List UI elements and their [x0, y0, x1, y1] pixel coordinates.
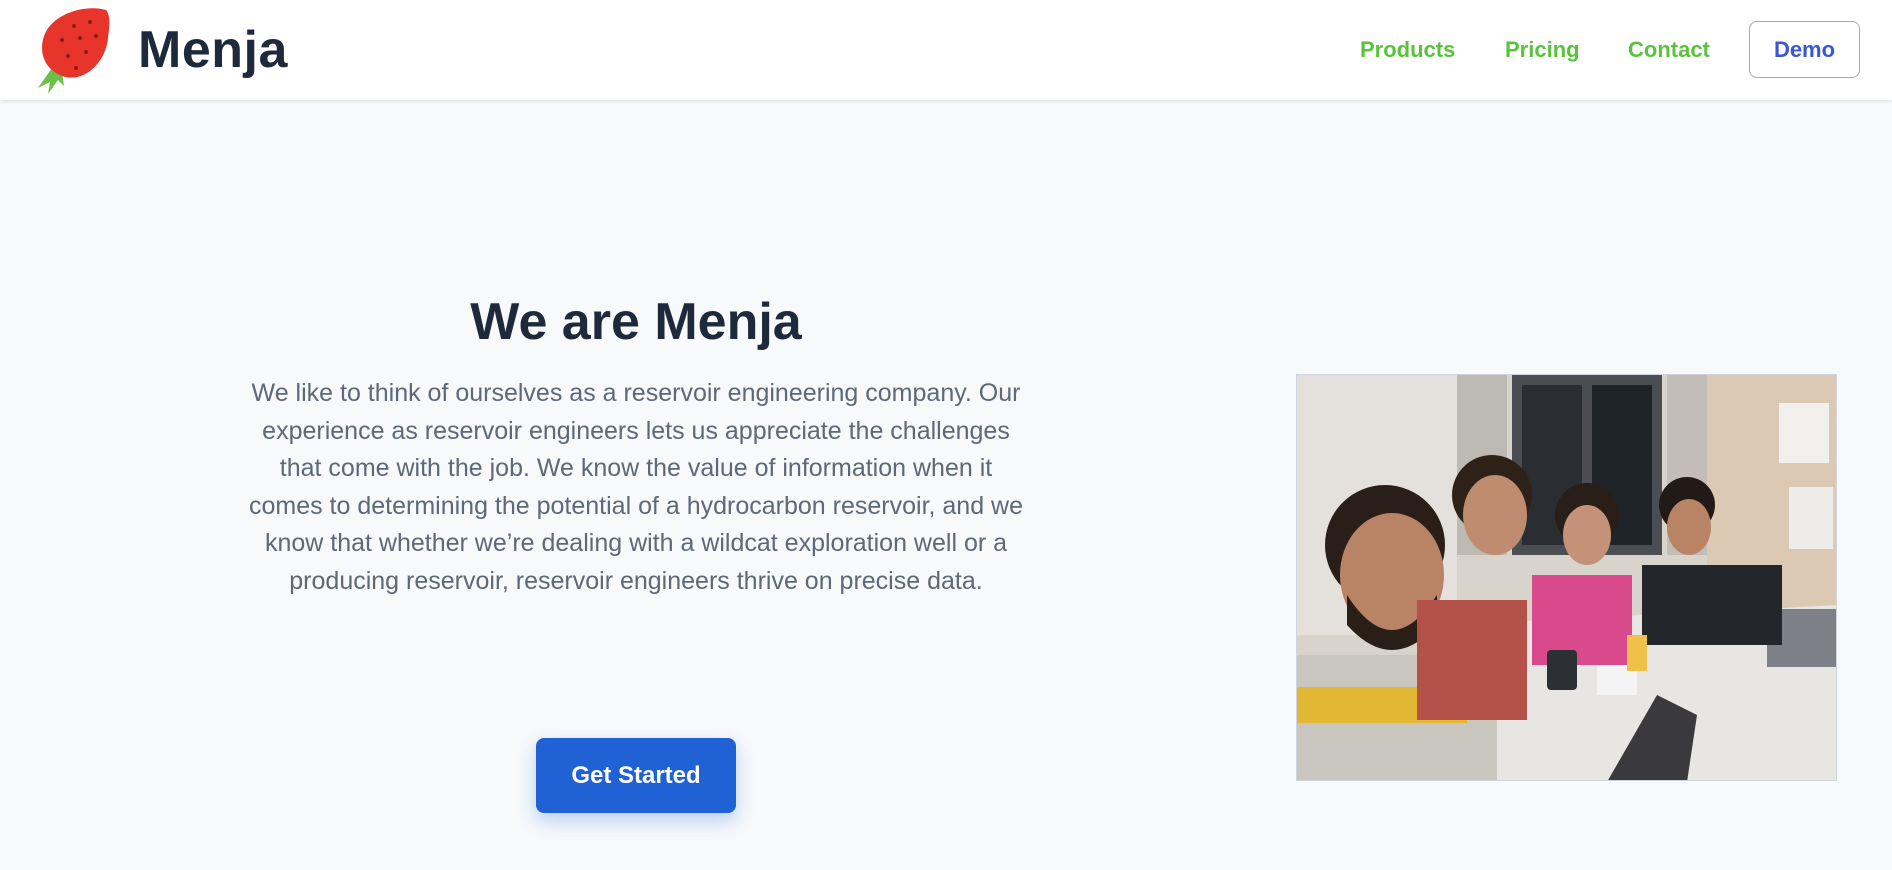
team-photo-illustration [1297, 375, 1836, 780]
team-photo [1296, 374, 1837, 781]
nav-pricing-link[interactable]: Pricing [1505, 36, 1580, 64]
demo-button[interactable]: Demo [1749, 21, 1860, 78]
page-title: We are Menja [470, 292, 802, 351]
strawberry-icon[interactable] [34, 6, 114, 94]
site-header: Menja Products Pricing Contact Demo [0, 0, 1892, 100]
get-started-button[interactable]: Get Started [536, 738, 736, 813]
nav-contact-link[interactable]: Contact [1628, 36, 1710, 64]
hero-description: We like to think of ourselves as a reser… [248, 379, 1024, 595]
nav-products-link[interactable]: Products [1360, 36, 1455, 64]
brand-name[interactable]: Menja [138, 20, 288, 80]
